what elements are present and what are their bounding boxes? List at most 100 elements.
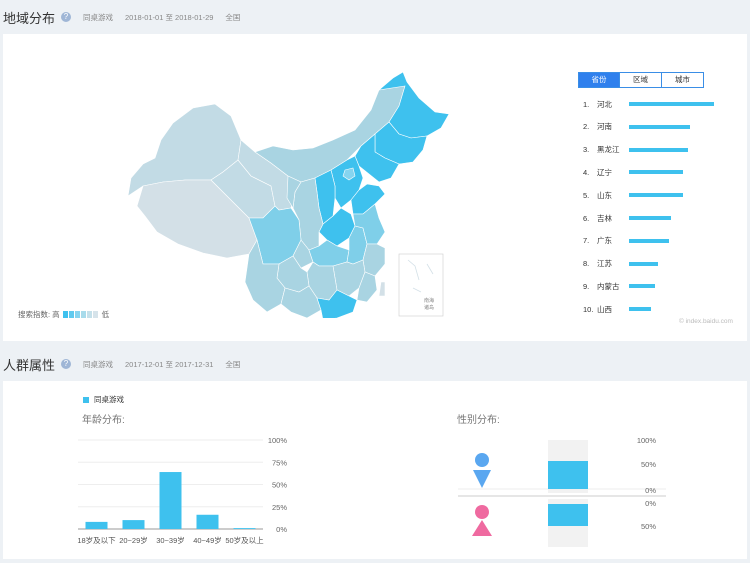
age-ytick-label: 0% bbox=[276, 525, 287, 534]
gender-title: 性别分布: bbox=[457, 415, 500, 426]
legend-swatch bbox=[92, 311, 98, 318]
gender-ytick-label: 0% bbox=[645, 499, 656, 508]
ranking-bar bbox=[629, 238, 669, 243]
age-title: 年龄分布: bbox=[82, 415, 125, 426]
age-bar[interactable] bbox=[233, 528, 256, 529]
ranking-bar bbox=[629, 102, 714, 106]
ranking-bar bbox=[629, 284, 656, 289]
region-panel: 南海 诸岛 搜索指数: 高 低 省份 区域 城市 1. 河北 2. 河南 3. 黑龙江 4.… bbox=[3, 34, 747, 341]
crowd-title: 人群属性 bbox=[3, 357, 56, 373]
ranking-row[interactable]: 5. 山东 bbox=[583, 189, 683, 201]
age-ytick-label: 75% bbox=[272, 458, 287, 467]
region-section-header: 地域分布 ? 同桌游戏 2018-01-01 至 2018-01-29 全国 bbox=[0, 4, 750, 30]
region-scope[interactable]: 全国 bbox=[225, 12, 240, 23]
legend-swatch bbox=[68, 311, 74, 318]
legend-high: 高 bbox=[52, 310, 60, 319]
age-ytick-label: 25% bbox=[272, 503, 287, 512]
crowd-keyword: 同桌游戏 bbox=[83, 359, 114, 369]
province-zhejiang[interactable] bbox=[362, 243, 386, 277]
region-tabs: 省份 区域 城市 bbox=[578, 72, 704, 88]
region-title: 地域分布 bbox=[3, 10, 56, 26]
tab-province[interactable]: 省份 bbox=[578, 72, 620, 88]
ranking-province-name: 山东 bbox=[597, 190, 612, 200]
ranking-bar bbox=[629, 307, 652, 312]
ranking-province-name: 广东 bbox=[597, 236, 612, 246]
province-taiwan[interactable] bbox=[378, 281, 386, 297]
ranking-row[interactable]: 9. 内蒙古 bbox=[583, 280, 656, 292]
ranking-row[interactable]: 1. 河北 bbox=[583, 98, 714, 110]
ranking-row[interactable]: 10. 山西 bbox=[583, 303, 652, 315]
crowd-date-range[interactable]: 2017-12-01 至 2017-12-31 bbox=[125, 359, 213, 370]
ranking-bar bbox=[629, 193, 683, 198]
ranking-province-name: 内蒙古 bbox=[597, 281, 620, 291]
series-legend[interactable]: 同桌游戏 bbox=[83, 394, 124, 405]
ranking-province-name: 江苏 bbox=[597, 259, 612, 269]
ranking-row[interactable]: 6. 吉林 bbox=[583, 212, 671, 224]
ranking-number: 10. bbox=[583, 304, 594, 314]
ranking-number: 4. bbox=[583, 167, 590, 177]
ranking-bar bbox=[629, 216, 671, 220]
crowd-panel: 同桌游戏 年龄分布: 性别分布: 100% 75% 50% 25% 0% 18岁及以下 20… bbox=[3, 381, 747, 559]
age-ytick-label: 50% bbox=[272, 481, 287, 490]
gender-bar-male[interactable] bbox=[548, 461, 588, 489]
age-bar[interactable] bbox=[196, 514, 219, 529]
ranking-row[interactable]: 8. 江苏 bbox=[583, 258, 658, 270]
gender-bar-female[interactable] bbox=[548, 504, 588, 526]
ranking-province-name: 黑龙江 bbox=[597, 145, 620, 155]
ranking-number: 3. bbox=[583, 145, 590, 155]
ranking-number: 8. bbox=[583, 259, 590, 269]
ranking-number: 2. bbox=[583, 122, 590, 132]
inset-label-2: 诸岛 bbox=[424, 304, 434, 311]
ranking-number: 7. bbox=[583, 236, 590, 246]
search-index-legend: 搜索指数: 高 低 bbox=[18, 309, 109, 320]
ranking-number: 1. bbox=[583, 99, 590, 109]
crowd-scope[interactable]: 全国 bbox=[225, 359, 240, 370]
ranking-province-name: 河北 bbox=[597, 99, 612, 109]
ranking-province-name: 吉林 bbox=[597, 213, 612, 223]
ranking-bar bbox=[629, 147, 688, 152]
ranking-number: 9. bbox=[583, 281, 590, 291]
age-category-label: 30~39岁 bbox=[156, 535, 185, 545]
china-map[interactable]: 南海 诸岛 bbox=[123, 68, 453, 318]
age-bar[interactable] bbox=[85, 521, 108, 529]
age-distribution-chart: 100% 75% 50% 25% 0% 18岁及以下 20~29岁 30~39岁 40~49岁 5… bbox=[77, 436, 288, 545]
ranking-bar bbox=[629, 170, 683, 175]
help-icon[interactable]: ? bbox=[61, 12, 72, 22]
region-date-range[interactable]: 2018-01-01 至 2018-01-29 bbox=[125, 12, 213, 23]
tab-area[interactable]: 区域 bbox=[620, 72, 662, 88]
age-category-label: 20~29岁 bbox=[119, 535, 148, 545]
ranking-number: 6. bbox=[583, 213, 590, 223]
age-bar[interactable] bbox=[122, 520, 145, 529]
legend-swatch bbox=[86, 311, 92, 318]
ranking-province-name: 河南 bbox=[597, 122, 612, 132]
legend-low: 低 bbox=[101, 310, 110, 319]
ranking-row[interactable]: 4. 辽宁 bbox=[583, 166, 683, 178]
legend-swatch bbox=[74, 311, 80, 318]
ranking-province-name: 山西 bbox=[597, 304, 612, 314]
age-category-label: 50岁及以上 bbox=[225, 535, 264, 545]
region-keyword: 同桌游戏 bbox=[83, 12, 114, 22]
legend-swatch bbox=[62, 311, 68, 318]
south-sea-inset bbox=[398, 253, 444, 317]
ranking-row[interactable]: 2. 河南 bbox=[583, 121, 691, 133]
gender-ytick-label: 100% bbox=[637, 436, 657, 445]
watermark: © index.baidu.com bbox=[679, 318, 733, 325]
series-legend-label: 同桌游戏 bbox=[94, 395, 124, 404]
female-icon bbox=[472, 505, 492, 536]
inset-label-1: 南海 bbox=[424, 297, 434, 304]
age-category-label: 18岁及以下 bbox=[77, 535, 116, 545]
gender-ytick-label: 50% bbox=[641, 460, 656, 469]
gender-ytick-label: 0% bbox=[645, 486, 656, 495]
legend-swatches bbox=[62, 311, 98, 318]
male-icon bbox=[473, 453, 491, 488]
age-bar[interactable] bbox=[159, 472, 182, 529]
help-icon[interactable]: ? bbox=[61, 359, 72, 369]
ranking-row[interactable]: 7. 广东 bbox=[583, 235, 669, 247]
tab-city[interactable]: 城市 bbox=[662, 72, 704, 88]
crowd-section-header: 人群属性 ? 同桌游戏 2017-12-01 至 2017-12-31 全国 bbox=[0, 351, 750, 377]
ranking-bar bbox=[629, 261, 658, 266]
legend-label: 搜索指数: bbox=[18, 310, 51, 319]
gender-distribution-chart: 100% 50% 0% 0% 50% bbox=[458, 436, 666, 547]
age-ytick-label: 100% bbox=[268, 436, 288, 445]
ranking-row[interactable]: 3. 黑龙江 bbox=[583, 144, 688, 156]
